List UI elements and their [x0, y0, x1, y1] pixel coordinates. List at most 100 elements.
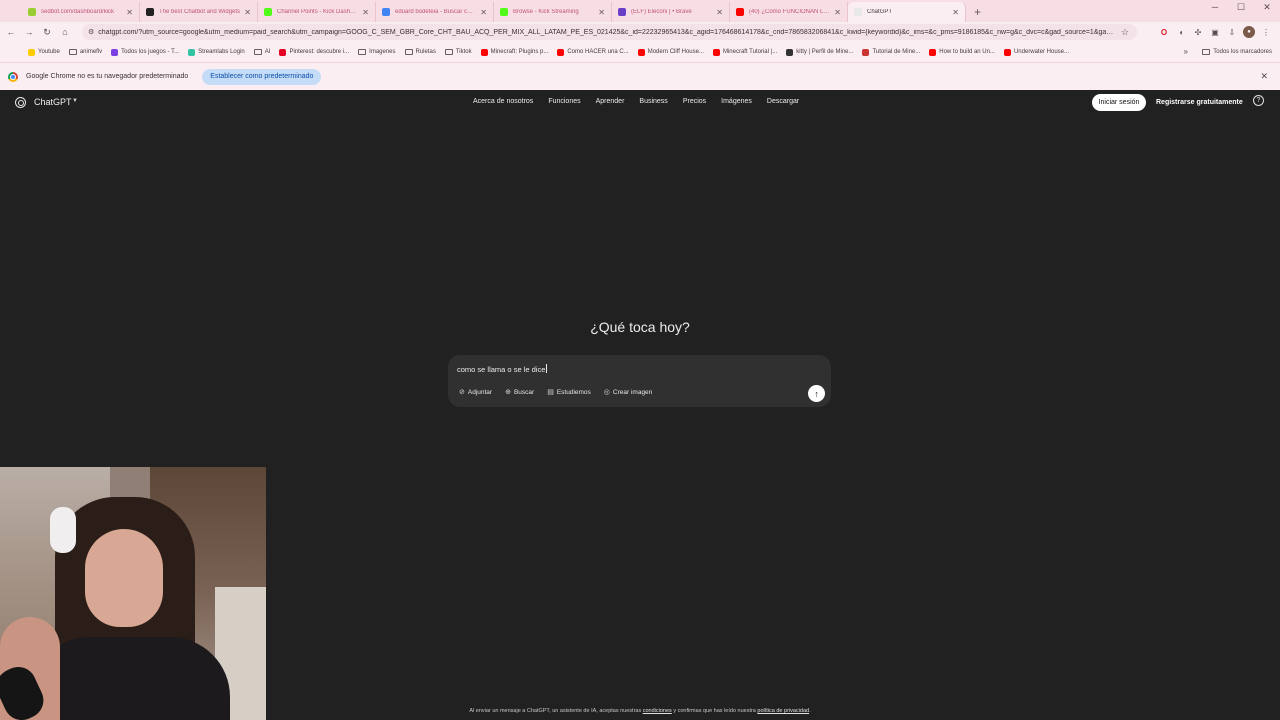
maximize-icon[interactable]: ☐: [1228, 2, 1254, 13]
privacy-link[interactable]: política de privacidad: [757, 708, 809, 714]
nav-link[interactable]: Descargar: [767, 98, 799, 105]
browser-tab[interactable]: ChatGPT ✕: [848, 2, 966, 22]
bookmark-favicon-icon: [929, 48, 937, 56]
nav-link[interactable]: Funciones: [548, 98, 580, 105]
profile-avatar-icon[interactable]: ●: [1243, 26, 1255, 38]
text-caret: [546, 364, 548, 373]
infobar-close-icon[interactable]: ✕: [1260, 71, 1268, 82]
back-icon[interactable]: ←: [2, 27, 20, 37]
help-icon[interactable]: ?: [1253, 95, 1264, 106]
reload-icon[interactable]: ↻: [38, 27, 56, 38]
tab-close-icon[interactable]: ✕: [716, 8, 723, 17]
tab-favicon-icon: [854, 8, 862, 16]
bookmark-item[interactable]: Todos los juegos - T...: [111, 48, 179, 56]
bookmark-favicon-icon: [862, 48, 870, 56]
composer-tool-button[interactable]: ⊕ Buscar: [500, 385, 539, 399]
browser-tab[interactable]: Browse - Kick Streaming ✕: [494, 2, 612, 22]
login-button[interactable]: Iniciar sesión: [1092, 94, 1146, 111]
bookmark-favicon-icon: [279, 48, 287, 56]
globe-icon: ⊕: [505, 389, 511, 396]
bookmark-item[interactable]: Ruletas: [404, 49, 436, 55]
close-window-icon[interactable]: ✕: [1254, 2, 1280, 13]
all-bookmarks-folder[interactable]: Todos los marcadores: [1202, 42, 1272, 62]
tab-close-icon[interactable]: ✕: [126, 8, 133, 17]
nav-link[interactable]: Imágenes: [721, 98, 752, 105]
browser-tab[interactable]: Channel Points - Kick Dashboard ✕: [258, 2, 376, 22]
bookmark-item[interactable]: Tiktok: [444, 49, 472, 55]
bookmark-item[interactable]: How to build an Un...: [929, 48, 995, 56]
browser-tab[interactable]: (40) ¿Cómo FUNCIONAN LOS... ✕: [730, 2, 848, 22]
composer-tool-button[interactable]: ◎ Crear imagen: [599, 385, 658, 399]
tab-close-icon[interactable]: ✕: [362, 8, 369, 17]
bookmark-label: Youtube: [38, 49, 60, 55]
bookmark-item[interactable]: Streamlabs Login: [188, 48, 245, 56]
nav-link[interactable]: Acerca de nosotros: [473, 98, 533, 105]
bookmark-label: Modern Cliff House...: [647, 49, 704, 55]
more-bookmarks-icon[interactable]: »: [1184, 42, 1188, 62]
tab-close-icon[interactable]: ✕: [244, 8, 251, 17]
puzzle-extensions-icon[interactable]: ✣: [1192, 26, 1204, 38]
composer-tool-button[interactable]: ▤ Estudiemos: [542, 385, 596, 399]
bookmark-item[interactable]: animeflv: [68, 49, 103, 55]
chrome-menu-icon[interactable]: ⋮: [1260, 26, 1272, 38]
bookmark-item[interactable]: Minecraft: Plugins p...: [480, 48, 548, 56]
browser-tab[interactable]: (ELF) Eleconi | • Brave ✕: [612, 2, 730, 22]
audio-extension-icon[interactable]: ◖: [1175, 26, 1187, 38]
nav-link[interactable]: Aprender: [596, 98, 625, 105]
tool-label: Buscar: [513, 388, 535, 396]
terms-link[interactable]: condiciones: [643, 708, 672, 714]
bookmark-item[interactable]: Modern Cliff House...: [637, 48, 704, 56]
folder-icon: [358, 49, 367, 55]
webcam-streamer-face: [85, 529, 163, 627]
nav-link[interactable]: Precios: [683, 98, 706, 105]
chevron-down-icon[interactable]: ▼: [72, 98, 78, 104]
bookmark-star-icon[interactable]: ☆: [1121, 27, 1129, 38]
bookmark-item[interactable]: Pinterest: descubre i...: [279, 48, 349, 56]
tab-title: (ELF) Eleconi | • Brave: [631, 9, 692, 15]
composer-tool-button[interactable]: ⊘ Adjuntar: [454, 385, 497, 399]
bookmark-item[interactable]: kitty | Perfil de Mine...: [786, 48, 853, 56]
opera-extension-icon[interactable]: O: [1158, 26, 1170, 38]
bookmark-item[interactable]: Como HACER una C...: [557, 48, 629, 56]
tab-close-icon[interactable]: ✕: [598, 8, 605, 17]
bookmark-item[interactable]: Tutorial de Mine...: [862, 48, 920, 56]
bookmark-item[interactable]: Youtube: [28, 48, 60, 56]
tab-list: sedbot.com/dashboard/kick ✕ The best Chatb…: [22, 2, 966, 22]
prompt-input-value: como se llama o se le dice: [457, 365, 546, 374]
sidebar-icon[interactable]: ▣: [1209, 26, 1221, 38]
downloads-icon[interactable]: ⇩: [1226, 26, 1238, 38]
all-bookmarks-label: Todos los marcadores: [1213, 49, 1272, 55]
message-composer[interactable]: como se llama o se le dice ⊘ Adjuntar ⊕ Bus…: [448, 355, 831, 407]
bookmark-label: animeflv: [79, 49, 103, 55]
minimize-icon[interactable]: ─: [1202, 2, 1228, 13]
send-button[interactable]: ↑: [808, 385, 825, 402]
browser-tab[interactable]: eduard bodeteia - Buscar con Google ✕: [376, 2, 494, 22]
tab-close-icon[interactable]: ✕: [952, 8, 959, 17]
bookmark-favicon-icon: [637, 48, 645, 56]
tab-close-icon[interactable]: ✕: [480, 8, 487, 17]
forward-icon[interactable]: →: [20, 27, 38, 37]
browser-toolbar: ← → ↻ ⌂ ⚙ chatgpt.com/?utm_source=google…: [0, 22, 1280, 42]
tab-close-icon[interactable]: ✕: [834, 8, 841, 17]
window-controls: ─ ☐ ✕: [1202, 2, 1280, 13]
folder-icon: [1202, 49, 1211, 55]
folder-icon: [444, 49, 453, 55]
address-bar[interactable]: ⚙ chatgpt.com/?utm_source=google&utm_med…: [82, 24, 1137, 40]
browser-tab[interactable]: sedbot.com/dashboard/kick ✕: [22, 2, 140, 22]
bookmark-item[interactable]: Underwater House...: [1003, 48, 1069, 56]
home-icon[interactable]: ⌂: [56, 27, 74, 37]
bookmark-favicon-icon: [786, 48, 794, 56]
bookmark-item[interactable]: Minecraft Tutorial |...: [712, 48, 777, 56]
prompt-input[interactable]: como se llama o se le dice: [457, 364, 548, 374]
register-button[interactable]: Registrarse gratuitamente: [1156, 99, 1243, 106]
brand-menu[interactable]: ChatGPT: [34, 97, 72, 107]
bookmark-item[interactable]: AI: [253, 49, 270, 55]
browser-tab[interactable]: The best Chatbot and Widgets ✕: [140, 2, 258, 22]
footer-suffix: .: [809, 708, 811, 714]
set-default-button[interactable]: Establecer como predeterminado: [202, 68, 322, 85]
bookmark-item[interactable]: Imagenes: [358, 49, 396, 55]
bookmark-label: Streamlabs Login: [198, 49, 245, 55]
nav-link[interactable]: Business: [639, 98, 667, 105]
site-info-icon[interactable]: ⚙: [88, 28, 94, 36]
new-tab-button[interactable]: +: [974, 2, 981, 22]
